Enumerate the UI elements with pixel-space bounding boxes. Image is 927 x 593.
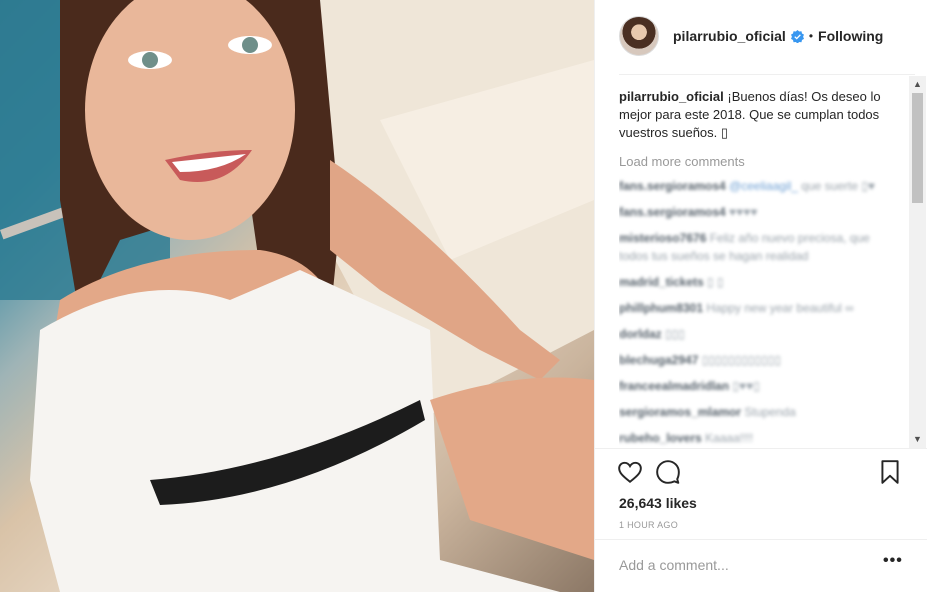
comment: phillphum8301 Happy new year beautiful ∞	[619, 299, 893, 317]
post-timestamp[interactable]: 1 HOUR AGO	[619, 520, 678, 530]
scroll-thumb[interactable]	[912, 93, 923, 203]
comments-list: pilarrubio_oficial ¡Buenos días! Os dese…	[619, 74, 915, 449]
comment-text: ▯♥♥▯	[729, 379, 760, 393]
comment-text: Kaaaa!!!!	[701, 431, 754, 445]
comment-username[interactable]: madrid_tickets	[619, 275, 704, 289]
comment: misterioso7676 Feliz año nuevo preciosa,…	[619, 229, 893, 265]
comment: fans.sergioramos4 ♥♥♥♥	[619, 203, 893, 221]
scroll-up-arrow-icon[interactable]: ▲	[909, 76, 926, 93]
photo-illustration	[0, 0, 594, 592]
comment-username[interactable]: rubeho_lovers	[619, 431, 702, 445]
comment-text: Happy new year beautiful ∞	[703, 301, 854, 315]
more-options-icon[interactable]: •••	[883, 552, 903, 570]
instagram-post-view: pilarrubio_oficial • Following pilarrubi…	[0, 0, 927, 592]
comment: franceealmadridlan ▯♥♥▯	[619, 377, 893, 395]
likes-count[interactable]: 26,643 likes	[619, 495, 697, 511]
post-sidebar: pilarrubio_oficial • Following pilarrubi…	[594, 0, 927, 592]
load-more-comments-button[interactable]: Load more comments	[619, 154, 915, 169]
post-photo[interactable]	[0, 0, 594, 592]
comment-username[interactable]: franceealmadridlan	[619, 379, 729, 393]
comment: blechuga2947 ▯▯▯▯▯▯▯▯▯▯▯▯	[619, 351, 893, 369]
post-actions: 26,643 likes 1 HOUR AGO •••	[595, 448, 927, 593]
scroll-down-arrow-icon[interactable]: ▼	[909, 431, 926, 448]
comment-username[interactable]: fans.sergioramos4	[619, 205, 726, 219]
comment-mention[interactable]: @ceeliaagil_	[729, 179, 798, 193]
comment-text: ▯ ▯	[703, 275, 724, 289]
header-separator: •	[808, 29, 814, 43]
comment-username[interactable]: phillphum8301	[619, 301, 703, 315]
avatar[interactable]	[619, 16, 659, 56]
comment-username[interactable]: misterioso7676	[619, 231, 706, 245]
bookmark-icon[interactable]	[877, 459, 903, 485]
comment-text: que suerte ▯♥	[797, 179, 876, 193]
comment: dorldaz ▯▯▯	[619, 325, 893, 343]
caption-username[interactable]: pilarrubio_oficial	[619, 89, 724, 104]
post-header: pilarrubio_oficial • Following	[595, 0, 927, 72]
comment-text: ♥♥♥♥	[725, 205, 758, 219]
comment-text: Stupenda	[741, 405, 796, 419]
header-username[interactable]: pilarrubio_oficial	[673, 28, 786, 44]
comment-text: ▯▯▯▯▯▯▯▯▯▯▯▯	[698, 353, 781, 367]
comment-icon[interactable]	[655, 459, 681, 485]
comment-username[interactable]: blechuga2947	[619, 353, 698, 367]
caption: pilarrubio_oficial ¡Buenos días! Os dese…	[619, 88, 899, 142]
comment-text: ▯▯▯	[661, 327, 685, 341]
comments-scrollbar[interactable]: ▲ ▼	[909, 76, 926, 448]
heart-icon[interactable]	[617, 459, 643, 485]
comment: madrid_tickets ▯ ▯	[619, 273, 893, 291]
verified-badge-icon	[790, 29, 804, 43]
comment: sergioramos_mlamor Stupenda	[619, 403, 893, 421]
comment-username[interactable]: sergioramos_mlamor	[619, 405, 741, 419]
action-icons	[617, 459, 907, 487]
following-button[interactable]: Following	[818, 28, 883, 44]
comment-username[interactable]: dorldaz	[619, 327, 662, 341]
add-comment-input[interactable]	[619, 557, 869, 573]
add-comment-section: •••	[595, 539, 927, 593]
comment: fans.sergioramos4 @ceeliaagil_ que suert…	[619, 177, 893, 195]
comment: rubeho_lovers Kaaaa!!!!	[619, 429, 893, 447]
comment-username[interactable]: fans.sergioramos4	[619, 179, 726, 193]
